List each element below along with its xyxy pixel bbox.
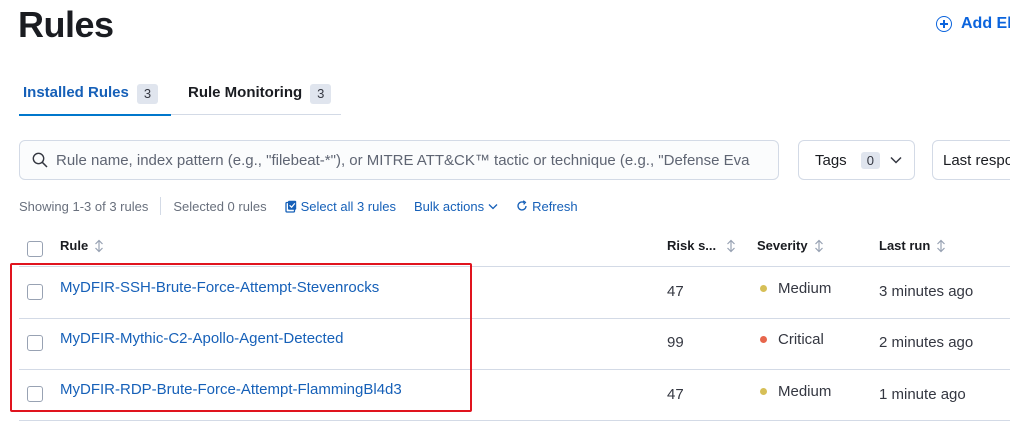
risk-score: 47	[667, 386, 684, 403]
annotation-highlight-box	[10, 263, 472, 412]
severity-dot-icon	[760, 285, 767, 292]
select-all-label: Select all 3 rules	[300, 198, 396, 214]
last-run-time: 2 minutes ago	[879, 334, 974, 351]
tab-label: Installed Rules	[23, 84, 129, 101]
refresh-button[interactable]: Refresh	[516, 199, 578, 214]
chevron-down-icon	[488, 203, 498, 209]
column-header-rule[interactable]: Rule	[60, 238, 104, 253]
sort-icon	[814, 239, 823, 252]
showing-count-text: Showing 1-3 of 3 rules	[19, 198, 149, 214]
severity-dot-icon	[760, 336, 767, 343]
bulk-actions-button[interactable]: Bulk actions	[414, 199, 498, 214]
severity-label: Medium	[778, 280, 832, 297]
sort-icon	[727, 239, 736, 252]
plus-circle-icon	[936, 16, 952, 32]
tab-count-badge: 3	[310, 84, 332, 104]
risk-score: 47	[667, 283, 684, 300]
refresh-icon	[517, 200, 527, 211]
select-all-checkbox[interactable]	[27, 241, 43, 257]
rules-tabs: Installed Rules 3 Rule Monitoring 3	[19, 80, 341, 116]
refresh-label: Refresh	[532, 198, 578, 214]
severity-badge: Medium	[760, 383, 831, 400]
column-header-label: Severity	[757, 238, 808, 253]
column-header-last-run[interactable]: Last run	[879, 238, 946, 253]
column-header-risk-score[interactable]: Risk s...	[667, 238, 736, 253]
toolbar-divider	[160, 197, 162, 215]
selected-count-text: Selected 0 rules	[173, 198, 267, 214]
risk-score: 99	[667, 334, 684, 351]
sort-icon	[937, 239, 946, 252]
tags-label: Tags	[815, 151, 847, 169]
severity-badge: Critical	[760, 331, 824, 348]
last-run-time: 1 minute ago	[879, 386, 966, 403]
select-all-icon	[284, 200, 296, 213]
severity-badge: Medium	[760, 280, 831, 297]
column-header-label: Last run	[879, 238, 931, 253]
bulk-actions-label: Bulk actions	[413, 198, 485, 214]
severity-dot-icon	[760, 388, 767, 395]
rule-search-bar[interactable]: Rule name, index pattern (e.g., "filebea…	[19, 140, 779, 180]
add-elastic-rules-button[interactable]: Add Ela	[936, 15, 1010, 33]
severity-label: Critical	[778, 331, 824, 348]
tab-count-badge: 3	[136, 84, 159, 104]
tags-count-badge: 0	[860, 151, 880, 169]
column-header-label: Risk s...	[667, 238, 717, 253]
add-button-label: Add Ela	[961, 15, 1010, 32]
last-run-time: 3 minutes ago	[879, 283, 974, 300]
select-all-button[interactable]: Select all 3 rules	[284, 198, 396, 214]
chevron-down-icon	[890, 156, 902, 164]
table-toolbar: Showing 1-3 of 3 rules Selected 0 rules …	[19, 197, 578, 215]
tags-filter-button[interactable]: Tags 0	[798, 140, 915, 180]
search-input[interactable]: Rule name, index pattern (e.g., "filebea…	[56, 152, 750, 169]
row-divider	[19, 420, 1010, 421]
tab-installed-rules[interactable]: Installed Rules 3	[19, 80, 171, 116]
column-header-severity[interactable]: Severity	[757, 238, 824, 253]
search-icon	[32, 152, 48, 168]
sort-icon	[95, 239, 104, 252]
tab-rule-monitoring[interactable]: Rule Monitoring 3	[188, 80, 332, 114]
column-header-label: Rule	[60, 238, 89, 253]
last-response-filter-button[interactable]: Last respo	[932, 140, 1010, 180]
page-title: Rules	[18, 4, 114, 45]
severity-label: Medium	[778, 383, 832, 400]
tab-label: Rule Monitoring	[188, 84, 303, 101]
